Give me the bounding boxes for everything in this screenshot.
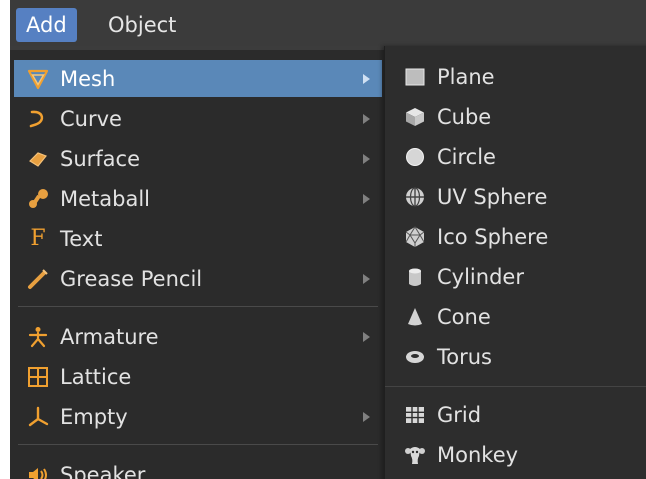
menu-separator <box>18 306 378 307</box>
menu-item-label: Cone <box>437 304 491 329</box>
submenu-arrow-icon <box>363 273 370 284</box>
menu-item-lattice[interactable]: Lattice <box>14 358 382 395</box>
menu-item-surface[interactable]: Surface <box>14 140 382 177</box>
menu-item-grease-pencil[interactable]: Grease Pencil <box>14 260 382 297</box>
menu-item-label: Grease Pencil <box>60 266 203 291</box>
menu-item-torus[interactable]: Torus <box>391 338 646 375</box>
uv-sphere-icon <box>399 184 431 210</box>
menu-separator <box>385 386 646 387</box>
add-menu-button[interactable]: Add <box>16 8 77 42</box>
grease-pencil-icon <box>22 266 54 292</box>
menu-item-label: Metaball <box>60 186 151 211</box>
menu-item-label: Grid <box>437 402 482 427</box>
object-menu-button[interactable]: Object <box>98 8 186 42</box>
submenu-arrow-icon <box>363 193 370 204</box>
menu-item-ico-sphere[interactable]: Ico Sphere <box>391 218 646 255</box>
menu-item-circle[interactable]: Circle <box>391 138 646 175</box>
blender-viewport: Add Object Mesh Curve Surface Metaball F… <box>10 0 646 479</box>
monkey-icon <box>399 442 431 468</box>
menu-item-plane[interactable]: Plane <box>391 58 646 95</box>
menu-item-label: Lattice <box>60 364 132 389</box>
menu-item-label: UV Sphere <box>437 184 548 209</box>
menu-item-label: Mesh <box>60 66 116 91</box>
lattice-icon <box>22 364 54 390</box>
menu-item-curve[interactable]: Curve <box>14 100 382 137</box>
menu-item-metaball[interactable]: Metaball <box>14 180 382 217</box>
menu-item-label: Curve <box>60 106 122 131</box>
surface-icon <box>22 146 54 172</box>
menu-item-label: Speaker <box>60 462 146 479</box>
mesh-icon <box>22 66 54 92</box>
menu-item-speaker[interactable]: Speaker <box>14 456 382 479</box>
plane-icon <box>399 64 431 90</box>
metaball-icon <box>22 186 54 212</box>
text-icon: F <box>30 225 46 251</box>
menu-item-cone[interactable]: Cone <box>391 298 646 335</box>
menu-item-label: Ico Sphere <box>437 224 549 249</box>
torus-icon <box>399 344 431 370</box>
menu-item-monkey[interactable]: Monkey <box>391 436 646 473</box>
submenu-arrow-icon <box>363 153 370 164</box>
menu-item-cube[interactable]: Cube <box>391 98 646 135</box>
menu-item-mesh[interactable]: Mesh <box>14 60 382 97</box>
submenu-arrow-icon <box>363 73 370 84</box>
cylinder-icon <box>399 264 431 290</box>
menu-item-label: Armature <box>60 324 159 349</box>
menu-item-label: Monkey <box>437 442 519 467</box>
add-menu: Mesh Curve Surface Metaball F Text Greas… <box>10 50 387 479</box>
menu-bar: Add Object <box>10 0 646 46</box>
menu-item-cylinder[interactable]: Cylinder <box>391 258 646 295</box>
empty-icon <box>22 404 54 430</box>
menu-item-label: Text <box>60 226 103 251</box>
menu-item-label: Torus <box>437 344 492 369</box>
cone-icon <box>399 304 431 330</box>
menu-item-uv-sphere[interactable]: UV Sphere <box>391 178 646 215</box>
menu-item-label: Cube <box>437 104 492 129</box>
submenu-arrow-icon <box>363 331 370 342</box>
menu-item-text[interactable]: F Text <box>14 220 382 257</box>
menu-item-empty[interactable]: Empty <box>14 398 382 435</box>
cube-icon <box>399 104 431 130</box>
menu-item-label: Empty <box>60 404 128 429</box>
armature-icon <box>22 324 54 350</box>
menu-item-label: Cylinder <box>437 264 524 289</box>
menu-separator <box>18 444 378 445</box>
grid-icon <box>399 402 431 428</box>
mesh-submenu: Plane Cube Circle UV Sphere Ico Sphere C… <box>384 46 646 479</box>
submenu-arrow-icon <box>363 411 370 422</box>
menu-item-label: Plane <box>437 64 495 89</box>
speaker-icon <box>22 462 54 479</box>
curve-icon <box>22 106 54 132</box>
submenu-arrow-icon <box>363 113 370 124</box>
menu-item-label: Circle <box>437 144 496 169</box>
ico-sphere-icon <box>399 224 431 250</box>
circle-icon <box>399 144 431 170</box>
menu-item-grid[interactable]: Grid <box>391 396 646 433</box>
menu-item-label: Surface <box>60 146 141 171</box>
menu-item-armature[interactable]: Armature <box>14 318 382 355</box>
